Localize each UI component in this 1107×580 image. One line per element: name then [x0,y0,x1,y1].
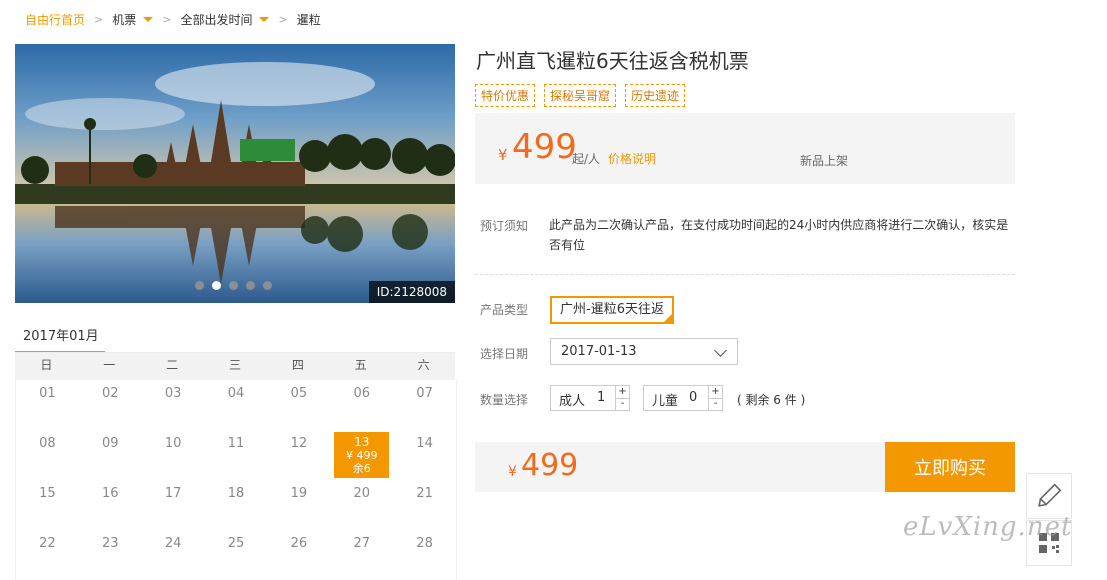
notice-text: 此产品为二次确认产品，在支付成功时间起的24小时内供应商将进行二次确认，核实是否… [549,218,1009,252]
breadcrumb: 自由行首页 > 机票 > 全部出发时间 > 暹粒 [25,10,321,28]
product-type-label: 产品类型 [480,303,529,317]
product-tags: 特价优惠 探秘吴哥窟 历史遗迹 [475,84,686,107]
date-select-value: 2017-01-13 [561,344,637,359]
calendar-day: 05 [290,386,308,401]
watermark-logo: eLvXing.net [903,512,1073,542]
calendar-day: 08 [39,436,56,451]
breadcrumb-time-label: 全部出发时间 [180,12,253,27]
calendar-day: 16 [102,486,119,501]
calendar-day: 26 [290,536,308,551]
child-count[interactable]: 0 [689,390,697,405]
calendar-day: 10 [164,436,182,451]
product-id-label: ID:2128008 [368,281,455,303]
price-unit: 起/人 [572,152,601,166]
quantity-label: 数量选择 [480,393,529,407]
calendar-day: 27 [353,536,370,551]
product-tag: 特价优惠 [475,84,536,107]
angkor-wat-photo [15,44,455,303]
remaining-stock: ( 剩余 6 件 ) [737,393,806,407]
total-amount: 499 [521,448,579,483]
price-currency: ¥ [498,146,508,164]
calendar-month-label: 2017年01月 [23,329,99,344]
calendar-day: 03 [164,386,182,401]
calendar-day: 17 [164,486,182,501]
breadcrumb-current: 暹粒 [296,12,321,27]
breadcrumb-flight-label: 机票 [112,12,137,27]
adult-minus-button[interactable]: - [615,398,629,410]
calendar-day: 09 [102,436,119,451]
selected-day-price: ¥ 499 [345,449,378,462]
calendar-day: 21 [416,486,433,501]
product-type-value: 广州-暹粒6天往返 [560,302,664,317]
breadcrumb-separator: > [94,12,104,26]
child-label: 儿童 [652,394,679,409]
chevron-down-icon [714,344,727,357]
breadcrumb-separator: > [278,12,288,26]
child-quantity-stepper: 儿童 0 + - [643,385,723,411]
carousel-dot[interactable] [246,281,255,290]
calendar-weekday-header: 日 一 二 三 四 五 六 [15,353,455,380]
adult-count[interactable]: 1 [597,390,605,405]
selected-day-remain: 余6 [352,462,371,475]
calendar-day: 24 [164,536,182,551]
calendar-day: 23 [102,536,119,551]
carousel-dot[interactable] [195,281,204,290]
date-select[interactable]: 2017-01-13 [550,338,738,365]
product-title: 广州直飞暹粒6天往返含税机票 [476,49,749,73]
calendar-day: 18 [227,486,245,501]
weekday-label: 一 [103,358,116,372]
caret-down-icon [259,16,270,22]
notice-label: 预订须知 [480,219,529,233]
date-label: 选择日期 [480,347,529,361]
hero-carousel[interactable]: ID:2128008 [15,44,455,303]
price-panel: ¥ 499 起/人 价格说明 新品上架 [475,113,1015,184]
weekday-label: 四 [291,358,304,372]
calendar-day: 19 [290,486,308,501]
weekday-label: 二 [166,358,179,372]
carousel-dots [195,281,272,290]
section-divider [475,274,1015,275]
breadcrumb-time-dropdown[interactable]: 全部出发时间 [180,11,270,28]
calendar-day: 22 [39,536,56,551]
calendar-day: 06 [353,386,370,401]
caret-down-icon [143,16,154,22]
product-type-option[interactable]: 广州-暹粒6天往返 [550,296,674,324]
calendar-day: 12 [290,436,308,451]
carousel-dot[interactable] [229,281,238,290]
selected-check-icon [663,314,672,322]
calendar-day: 28 [416,536,433,551]
calendar-day: 15 [39,486,56,501]
calendar-day: 14 [416,436,433,451]
weekday-label: 五 [354,358,367,372]
child-minus-button[interactable]: - [708,398,722,410]
carousel-dot[interactable] [212,281,221,290]
calendar-day: 07 [416,386,433,401]
weekday-label: 三 [228,358,241,372]
weekday-label: 日 [40,358,53,372]
buy-now-button[interactable]: 立即购买 [885,442,1015,492]
weekday-label: 六 [417,358,430,372]
calendar-day-selected[interactable]: 13 ¥ 499 余6 [334,432,390,478]
total-currency: ¥ [508,464,517,480]
calendar-day: 04 [227,386,245,401]
breadcrumb-separator: > [162,12,172,26]
price-amount: 499 [512,127,577,167]
calendar-day: 11 [227,436,245,451]
calendar-day: 25 [227,536,245,551]
product-tag: 历史遗迹 [625,84,686,107]
adult-label: 成人 [559,394,586,409]
calendar-day: 02 [102,386,119,401]
breadcrumb-flight-dropdown[interactable]: 机票 [112,11,154,28]
calendar-day: 01 [39,386,56,401]
status-badge: 新品上架 [800,154,849,168]
carousel-dot[interactable] [263,281,272,290]
price-explain-link[interactable]: 价格说明 [608,150,656,167]
calendar-day: 20 [353,486,370,501]
calendar-month-tab[interactable]: 2017年01月 [15,323,105,354]
breadcrumb-home-link[interactable]: 自由行首页 [25,11,85,28]
product-tag: 探秘吴哥窟 [544,84,617,107]
calendar-grid: 01 02 03 04 05 06 07 08 09 10 11 12 13 ¥… [15,380,457,580]
selected-day-number: 13 [354,435,370,449]
adult-quantity-stepper: 成人 1 + - [550,385,630,411]
